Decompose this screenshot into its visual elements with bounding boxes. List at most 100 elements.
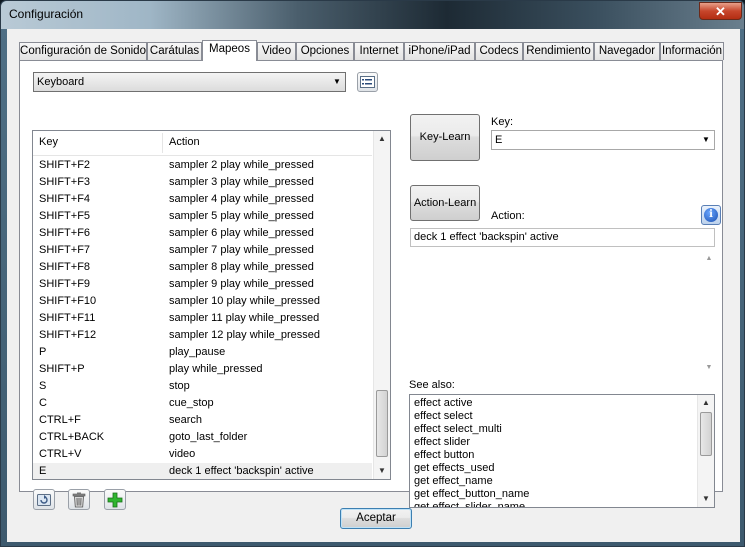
mapeos-panel: Keyboard ▼ Key Action SHIFT+F2 sampler 2 … — [19, 60, 723, 510]
see-also-item[interactable]: effect select_multi — [410, 423, 714, 436]
row-key: SHIFT+F9 — [39, 278, 91, 290]
action-learn-button[interactable]: Action-Learn — [410, 185, 480, 221]
row-action: sampler 3 play while_pressed — [169, 176, 314, 188]
row-key: SHIFT+F3 — [39, 176, 91, 188]
see-also-item[interactable]: effect select — [410, 410, 714, 423]
mapping-list[interactable]: Key Action SHIFT+F2 sampler 2 play while_… — [32, 130, 391, 480]
close-icon: ✕ — [715, 4, 726, 19]
tab-navegador[interactable]: Navegador — [594, 42, 660, 60]
table-row[interactable]: SHIFT+F10 sampler 10 play while_pressed — [33, 293, 372, 310]
row-action: play_pause — [169, 346, 226, 358]
table-row[interactable]: CTRL+V video — [33, 446, 372, 463]
table-row[interactable]: SHIFT+F2 sampler 2 play while_pressed — [33, 157, 372, 174]
row-key: SHIFT+F7 — [39, 244, 91, 256]
row-action: sampler 2 play while_pressed — [169, 159, 314, 171]
restore-button[interactable] — [33, 489, 55, 510]
mapper-options-button[interactable] — [357, 72, 378, 92]
row-key: CTRL+BACK — [39, 431, 105, 443]
row-action: sampler 10 play while_pressed — [169, 295, 321, 307]
table-row[interactable]: SHIFT+F7 sampler 7 play while_pressed — [33, 242, 372, 259]
see-also-list[interactable]: effect active effect select effect select_… — [409, 394, 715, 508]
scroll-up-icon[interactable]: ▲ — [374, 131, 390, 147]
key-select-value: E — [495, 134, 503, 146]
see-also-item[interactable]: get effect_button_name — [410, 488, 714, 501]
row-key: SHIFT+F11 — [39, 312, 96, 324]
column-header-action[interactable]: Action — [169, 136, 200, 148]
see-also-item[interactable]: get effect_slider_name — [410, 501, 714, 507]
scroll-up-icon[interactable]: ▲ — [698, 395, 714, 411]
row-key: SHIFT+P — [39, 363, 85, 375]
see-also-label: See also: — [409, 379, 455, 391]
table-row[interactable]: SHIFT+F12 sampler 12 play while_pressed — [33, 327, 372, 344]
tab-video[interactable]: Video — [257, 42, 296, 60]
scroll-down-icon[interactable]: ▼ — [703, 364, 715, 371]
scroll-down-icon[interactable]: ▼ — [374, 463, 390, 479]
list-options-icon — [360, 76, 375, 88]
table-row[interactable]: SHIFT+F9 sampler 9 play while_pressed — [33, 276, 372, 293]
list-rows: SHIFT+F2 sampler 2 play while_pressed SHIF… — [33, 157, 372, 479]
tab-configuracion-de-sonido[interactable]: Configuración de Sonido — [19, 42, 147, 60]
scroll-thumb[interactable] — [376, 390, 388, 457]
see-also-item[interactable]: effect active — [410, 397, 714, 410]
tab-mapeos[interactable]: Mapeos — [202, 40, 257, 61]
table-row[interactable]: Pplay_pause — [33, 344, 372, 361]
mapper-select[interactable]: Keyboard ▼ — [33, 72, 346, 92]
tab-internet[interactable]: Internet — [354, 42, 404, 60]
chevron-down-icon: ▼ — [333, 77, 341, 86]
list-scrollbar[interactable]: ▲ ▼ — [373, 131, 390, 479]
tab-opciones[interactable]: Opciones — [296, 42, 354, 60]
row-key: S — [39, 380, 47, 392]
row-key: SHIFT+F2 — [39, 159, 91, 171]
column-header-key[interactable]: Key — [39, 136, 58, 148]
scroll-up-icon[interactable]: ▲ — [703, 255, 715, 262]
table-row[interactable]: CTRL+BACK goto_last_folder — [33, 429, 372, 446]
row-key: E — [39, 465, 47, 477]
row-key: SHIFT+F8 — [39, 261, 91, 273]
scroll-down-icon[interactable]: ▼ — [698, 491, 714, 507]
see-also-item[interactable]: effect slider — [410, 436, 714, 449]
plus-icon — [107, 492, 123, 508]
row-key: SHIFT+F4 — [39, 193, 91, 205]
see-also-item[interactable]: get effects_used — [410, 462, 714, 475]
table-row[interactable]: SHIFT+F11 sampler 11 play while_pressed — [33, 310, 372, 327]
table-row[interactable]: SHIFT+F6 sampler 6 play while_pressed — [33, 225, 372, 242]
table-row[interactable]: CTRL+F search — [33, 412, 372, 429]
close-button[interactable]: ✕ — [699, 2, 742, 20]
tab-iphone-ipad[interactable]: iPhone/iPad — [404, 42, 475, 60]
table-row[interactable]: SHIFT+F8 sampler 8 play while_pressed — [33, 259, 372, 276]
table-row[interactable]: Ccue_stop — [33, 395, 372, 412]
key-learn-button[interactable]: Key-Learn — [410, 114, 480, 161]
delete-button[interactable] — [68, 489, 90, 510]
scroll-thumb[interactable] — [700, 412, 712, 456]
row-action: sampler 8 play while_pressed — [169, 261, 314, 273]
table-row[interactable]: SHIFT+F3 sampler 3 play while_pressed — [33, 174, 372, 191]
config-window: Configuración ✕ Configuración de Sonido … — [0, 0, 745, 547]
key-label: Key: — [491, 116, 514, 128]
see-also-scrollbar[interactable]: ▲ ▼ — [697, 395, 714, 507]
row-action: goto_last_folder — [169, 431, 248, 443]
action-input[interactable]: deck 1 effect 'backspin' active — [410, 228, 715, 247]
table-row[interactable]: SHIFT+F5 sampler 5 play while_pressed — [33, 208, 372, 225]
key-select[interactable]: E ▼ — [491, 130, 715, 150]
add-button[interactable] — [104, 489, 126, 510]
table-row[interactable]: Sstop — [33, 378, 372, 395]
row-action: stop — [169, 380, 190, 392]
row-key: CTRL+F — [39, 414, 81, 426]
table-row[interactable]: Edeck 1 effect 'backspin' active — [33, 463, 372, 479]
see-also-item[interactable]: effect button — [410, 449, 714, 462]
table-row[interactable]: SHIFT+F4 sampler 4 play while_pressed — [33, 191, 372, 208]
accept-button[interactable]: Aceptar — [340, 508, 412, 529]
row-action: sampler 4 play while_pressed — [169, 193, 314, 205]
info-icon: i — [704, 208, 718, 222]
table-row[interactable]: SHIFT+P play while_pressed — [33, 361, 372, 378]
title-bar[interactable]: Configuración ✕ — [1, 1, 744, 29]
see-also-item[interactable]: get effect_name — [410, 475, 714, 488]
info-button[interactable]: i — [701, 205, 721, 225]
tab-informacion[interactable]: Información — [660, 42, 724, 60]
row-key: C — [39, 397, 47, 409]
tab-codecs[interactable]: Codecs — [475, 42, 523, 60]
row-action: sampler 9 play while_pressed — [169, 278, 314, 290]
tab-rendimiento[interactable]: Rendimiento — [523, 42, 594, 60]
tab-caratulas[interactable]: Carátulas — [147, 42, 202, 60]
chevron-down-icon: ▼ — [702, 135, 710, 144]
